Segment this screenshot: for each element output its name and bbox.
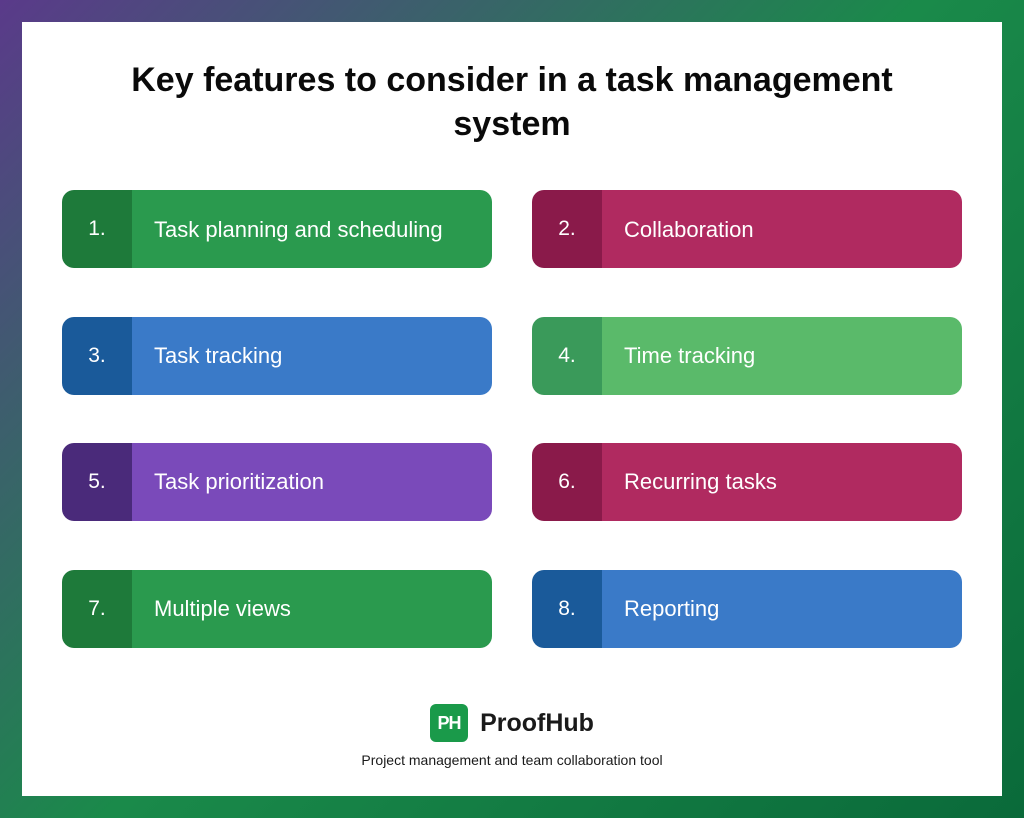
feature-label: Reporting (602, 570, 962, 648)
feature-label: Time tracking (602, 317, 962, 395)
feature-item: 7. Multiple views (62, 570, 492, 648)
feature-item: 5. Task prioritization (62, 443, 492, 521)
feature-label: Task prioritization (132, 443, 492, 521)
feature-number: 3. (62, 317, 132, 395)
footer: PH ProofHub Project management and team … (62, 704, 962, 768)
page-title: Key features to consider in a task manag… (62, 58, 962, 146)
feature-number: 2. (532, 190, 602, 268)
feature-label: Task planning and scheduling (132, 190, 492, 268)
brand-tagline: Project management and team collaboratio… (361, 752, 662, 768)
feature-item: 3. Task tracking (62, 317, 492, 395)
brand-name: ProofHub (480, 709, 594, 738)
canvas: Key features to consider in a task manag… (22, 22, 1002, 796)
feature-item: 2. Collaboration (532, 190, 962, 268)
feature-number: 6. (532, 443, 602, 521)
logo-icon: PH (430, 704, 468, 742)
feature-item: 1. Task planning and scheduling (62, 190, 492, 268)
feature-number: 8. (532, 570, 602, 648)
feature-number: 1. (62, 190, 132, 268)
feature-number: 4. (532, 317, 602, 395)
brand: PH ProofHub (430, 704, 594, 742)
feature-number: 7. (62, 570, 132, 648)
feature-grid: 1. Task planning and scheduling 2. Colla… (62, 190, 962, 668)
feature-label: Multiple views (132, 570, 492, 648)
feature-label: Recurring tasks (602, 443, 962, 521)
feature-number: 5. (62, 443, 132, 521)
feature-label: Collaboration (602, 190, 962, 268)
feature-item: 4. Time tracking (532, 317, 962, 395)
feature-label: Task tracking (132, 317, 492, 395)
feature-item: 6. Recurring tasks (532, 443, 962, 521)
feature-item: 8. Reporting (532, 570, 962, 648)
